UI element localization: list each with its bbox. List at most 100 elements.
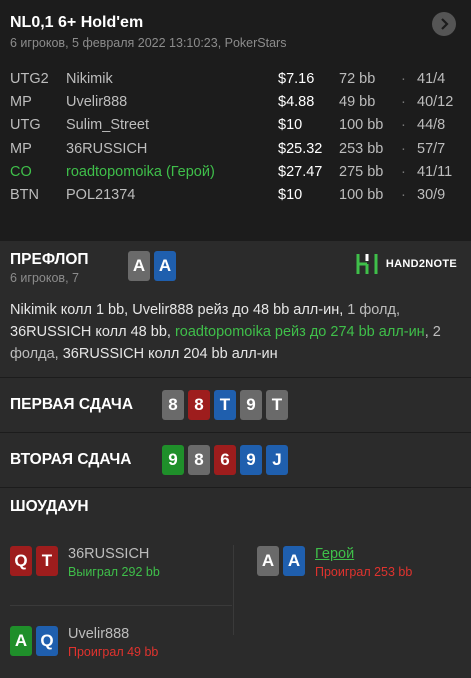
action-text: колл 1 bb, — [56, 302, 133, 318]
board-card: J — [266, 445, 288, 475]
player-name: Nikimik — [66, 70, 113, 87]
action-player: Uvelir888 — [132, 302, 194, 318]
player-position: UTG — [10, 117, 41, 134]
player-stats: 57/7 — [417, 140, 446, 157]
separator-dot: · — [401, 93, 406, 110]
hero-card: A — [128, 251, 150, 281]
hand2note-logo: HAND2NOTE — [356, 253, 457, 275]
board-card: 8 — [162, 390, 184, 420]
showdown-player-name: 36RUSSICH — [68, 546, 150, 562]
player-name: Uvelir888 — [66, 93, 128, 110]
showdown-hand: AQ — [10, 626, 62, 656]
action-hero-text: рейз до 274 bb алл-ин — [270, 324, 425, 340]
player-name: roadtopomoika (Герой) — [66, 163, 215, 180]
showdown-hand: AA — [257, 546, 309, 576]
action-player: 36RUSSICH — [10, 324, 92, 340]
player-position: MP — [10, 93, 32, 110]
player-position: BTN — [10, 187, 39, 204]
showdown-title: ШОУДАУН — [10, 498, 89, 515]
board-card: 6 — [214, 445, 236, 475]
player-position: MP — [10, 140, 32, 157]
separator-dot: · — [401, 163, 406, 180]
hero-hole-cards: AA — [128, 251, 180, 281]
board-card: 9 — [240, 390, 262, 420]
hand2note-logo-icon — [356, 254, 378, 274]
player-stats: 41/4 — [417, 70, 446, 87]
showdown-card: A — [10, 626, 32, 656]
player-stack-bb: 275 bb — [339, 163, 384, 180]
player-stack: $7.16 — [278, 70, 315, 87]
first-run-title: ПЕРВАЯ СДАЧА — [10, 396, 134, 413]
showdown-divider — [10, 605, 232, 606]
showdown-entry: A A Герой Проиграл 253 bb — [257, 546, 412, 581]
board-card: 8 — [188, 445, 210, 475]
separator-dot: · — [401, 117, 406, 134]
showdown-card: T — [36, 546, 58, 576]
preflop-action: Nikimik колл 1 bb, Uvelir888 рейз до 48 … — [10, 299, 461, 365]
showdown-player-name: Uvelir888 — [68, 626, 130, 642]
first-run-section: ПЕРВАЯ СДАЧА 88T9T — [0, 377, 471, 432]
player-name: POL21374 — [66, 187, 136, 204]
hand-subtitle: 6 игроков, 5 февраля 2022 13:10:23, Poke… — [10, 36, 287, 50]
action-text: рейз до 48 bb алл-ин, — [193, 302, 348, 318]
player-stack-bb: 72 bb — [339, 70, 376, 87]
second-run-board: 9869J — [162, 445, 292, 475]
showdown-section: ШОУДАУН Q T 36RUSSICH Выиграл 292 bb A A Герой… — [0, 487, 471, 678]
preflop-section: ПРЕФЛОП 6 игроков, 7 HAND2NOTE Nikimik к… — [0, 240, 471, 377]
action-player: Nikimik — [10, 302, 57, 318]
action-player: 36RUSSICH — [62, 346, 145, 362]
board-card: 9 — [162, 445, 184, 475]
player-stack: $4.88 — [278, 93, 315, 110]
showdown-result: Проиграл 49 bb — [68, 645, 159, 659]
separator-dot: · — [401, 140, 406, 157]
player-position: UTG2 — [10, 70, 49, 87]
showdown-entry: A Q Uvelir888 Проиграл 49 bb — [10, 626, 158, 661]
next-hand-button[interactable] — [432, 12, 456, 36]
player-row[interactable]: BTN POL21374 $10 100 bb · 30/9 — [10, 183, 461, 206]
action-fold: 1 фолд, — [347, 302, 400, 318]
hand-header: NL0,1 6+ Hold'em 6 игроков, 5 февраля 20… — [0, 0, 471, 240]
hero-card: A — [154, 251, 176, 281]
action-text: колл 204 bb алл-ин — [144, 346, 278, 362]
player-name: 36RUSSICH — [66, 140, 148, 157]
first-run-board: 88T9T — [162, 390, 292, 420]
separator-dot: · — [401, 70, 406, 87]
showdown-result: Выиграл 292 bb — [68, 565, 160, 579]
player-row[interactable]: UTG Sulim_Street $10 100 bb · 44/8 — [10, 114, 461, 137]
player-row[interactable]: MP Uvelir888 $4.88 49 bb · 40/12 — [10, 90, 461, 113]
player-name: Sulim_Street — [66, 117, 150, 134]
player-stack: $27.47 — [278, 163, 323, 180]
hand2note-logo-text: HAND2NOTE — [385, 258, 457, 270]
player-stack: $25.32 — [278, 140, 323, 157]
player-stats: 40/12 — [417, 93, 454, 110]
second-run-section: ВТОРАЯ СДАЧА 9869J — [0, 432, 471, 487]
player-row[interactable]: UTG2 Nikimik $7.16 72 bb · 41/4 — [10, 67, 461, 90]
player-row[interactable]: MP 36RUSSICH $25.32 253 bb · 57/7 — [10, 137, 461, 160]
second-run-title: ВТОРАЯ СДАЧА — [10, 451, 132, 468]
player-stack-bb: 100 bb — [339, 187, 384, 204]
showdown-card: Q — [10, 546, 32, 576]
showdown-card: Q — [36, 626, 58, 656]
player-stack: $10 — [278, 117, 303, 134]
player-stats: 30/9 — [417, 187, 446, 204]
chevron-right-icon — [441, 18, 449, 30]
showdown-result: Проиграл 253 bb — [315, 565, 413, 579]
board-card: 9 — [240, 445, 262, 475]
hand-title: NL0,1 6+ Hold'em — [10, 14, 144, 31]
player-stack-bb: 253 bb — [339, 140, 384, 157]
board-card: 8 — [188, 390, 210, 420]
board-card: T — [214, 390, 236, 420]
player-stack-bb: 100 bb — [339, 117, 384, 134]
showdown-card: A — [283, 546, 305, 576]
showdown-divider — [233, 545, 234, 635]
player-stack: $10 — [278, 187, 303, 204]
showdown-player-name[interactable]: Герой — [315, 546, 412, 563]
showdown-entry: Q T 36RUSSICH Выиграл 292 bb — [10, 546, 160, 581]
action-hero: roadtopomoika — [174, 324, 271, 340]
player-row[interactable]: CO roadtopomoika (Герой) $27.47 275 bb · 41/1… — [10, 160, 461, 183]
showdown-hand: QT — [10, 546, 62, 576]
players-table: UTG2 Nikimik $7.16 72 bb · 41/4 MP Uvelir888 $4.… — [10, 67, 461, 207]
showdown-card: A — [257, 546, 279, 576]
player-stats: 44/8 — [417, 117, 446, 134]
player-stack-bb: 49 bb — [339, 93, 376, 110]
